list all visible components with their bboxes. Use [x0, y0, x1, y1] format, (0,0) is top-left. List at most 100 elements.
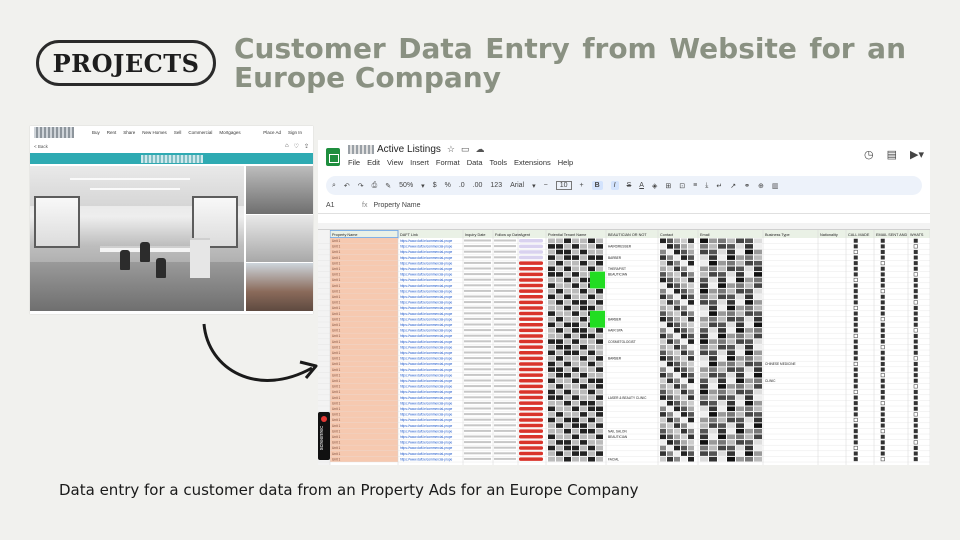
photo-thumb-2[interactable]	[246, 214, 313, 263]
tenant-pixel	[556, 344, 563, 350]
print-icon[interactable]: ⎙	[372, 182, 378, 190]
zoom-dropdown-icon[interactable]: ▾	[421, 182, 425, 190]
tenant-pixel	[556, 395, 563, 400]
search-menus-icon[interactable]: ⌕	[332, 182, 336, 190]
strikethrough-icon[interactable]: S	[627, 182, 632, 189]
link-icon[interactable]: ⚭	[744, 182, 750, 190]
bold-icon[interactable]: B	[591, 181, 603, 190]
decrease-decimal-icon[interactable]: .0	[459, 182, 465, 189]
increase-decimal-icon[interactable]: .00	[473, 182, 483, 189]
business-note: BEAUTICIAN	[608, 273, 628, 277]
rotate-icon[interactable]: ↗	[730, 182, 736, 190]
property-name: Unit 1	[332, 446, 341, 450]
photo-thumb-3[interactable]	[246, 263, 313, 312]
menu-insert[interactable]: Insert	[410, 158, 429, 167]
nav-commercial[interactable]: Commercial	[188, 130, 212, 135]
checkbox	[913, 244, 918, 249]
align-icon[interactable]: ≡	[693, 182, 697, 189]
tenant-pixel	[596, 372, 603, 378]
email-pixel	[754, 367, 762, 372]
comment-icon[interactable]: ⊕	[758, 182, 764, 190]
nav-share[interactable]: Share	[123, 130, 135, 135]
font-select[interactable]: Arial	[510, 182, 524, 189]
doc-title[interactable]: Active Listings	[377, 144, 441, 155]
nav-mortgages[interactable]: Mortgages	[219, 130, 240, 135]
italic-icon[interactable]: I	[610, 181, 619, 190]
menu-format[interactable]: Format	[436, 158, 460, 167]
formula-input[interactable]: Property Name	[373, 202, 420, 209]
contact-pixel	[667, 328, 673, 333]
history-icon[interactable]: ◷	[864, 148, 874, 161]
tenant-pixel	[596, 451, 603, 456]
wrap-icon[interactable]: ↵	[716, 182, 722, 190]
star-icon[interactable]: ☆	[447, 144, 455, 155]
name-box[interactable]: A1	[326, 202, 362, 209]
menu-edit[interactable]: Edit	[367, 158, 380, 167]
photo-thumb-1[interactable]	[246, 166, 313, 214]
contact-pixel	[681, 283, 687, 288]
nav-sell[interactable]: Sell	[174, 130, 182, 135]
redo-icon[interactable]: ↷	[358, 182, 364, 190]
email-pixel	[727, 277, 735, 283]
back-link[interactable]: < Back	[34, 144, 48, 149]
fill-color-icon[interactable]: ◈	[652, 182, 657, 190]
zoom-select[interactable]: 50%	[399, 182, 413, 189]
sheet-grid[interactable]: Property Name DAFT Link Inquiry Date Follow…	[318, 223, 930, 465]
comments-icon[interactable]: ▤	[887, 148, 897, 161]
daft-link: https://www.daft.ie/commercial-prope	[400, 429, 452, 433]
tenant-pixel	[548, 400, 555, 406]
email-pixel	[745, 344, 753, 350]
more-formats-icon[interactable]: 123	[490, 182, 502, 189]
contact-pixel	[681, 255, 687, 260]
nav-new-homes[interactable]: New Homes	[142, 130, 167, 135]
sign-in-link[interactable]: Sign In	[288, 130, 302, 135]
menu-help[interactable]: Help	[558, 158, 573, 167]
checkbox	[913, 423, 918, 428]
tenant-pixel	[596, 339, 603, 344]
borders-icon[interactable]: ⊞	[665, 182, 671, 190]
menu-extensions[interactable]: Extensions	[514, 158, 551, 167]
menu-tools[interactable]: Tools	[490, 158, 508, 167]
font-decrease-icon[interactable]: −	[544, 182, 548, 189]
text-color-icon[interactable]: A	[639, 182, 644, 189]
contact-pixel	[688, 294, 694, 300]
paint-format-icon[interactable]: ✎	[385, 182, 391, 190]
font-dropdown-icon[interactable]: ▾	[532, 182, 536, 190]
checkbox	[913, 429, 918, 434]
contact-pixel	[667, 406, 673, 412]
valign-icon[interactable]: ⤓	[705, 182, 708, 190]
meet-icon[interactable]: ▶▾	[910, 148, 924, 161]
property-name: Unit 1	[332, 312, 341, 316]
tenant-pixel	[588, 412, 595, 417]
share-icon[interactable]: ⇪	[304, 143, 309, 150]
merge-cells-icon[interactable]: ⊡	[679, 182, 685, 190]
save-icon[interactable]: ⌂	[285, 143, 289, 149]
email-pixel	[700, 372, 708, 378]
place-ad-link[interactable]: Place Ad	[263, 130, 281, 135]
email-pixel	[745, 356, 753, 361]
nav-rent[interactable]: Rent	[107, 130, 117, 135]
menu-data[interactable]: Data	[467, 158, 483, 167]
data-grid[interactable]: Property Name DAFT Link Inquiry Date Follow…	[318, 230, 930, 465]
menu-file[interactable]: File	[348, 158, 360, 167]
tenant-pixel	[596, 412, 603, 417]
font-size-input[interactable]: 10	[555, 181, 572, 190]
font-increase-icon[interactable]: +	[580, 182, 584, 189]
contact-pixel	[688, 384, 694, 389]
move-folder-icon[interactable]: ▭	[461, 144, 470, 155]
daft-link: https://www.daft.ie/commercial-prope	[400, 368, 452, 372]
inquiry-date	[464, 312, 491, 315]
office-photo-main[interactable]	[30, 166, 244, 311]
currency-icon[interactable]: $	[433, 182, 437, 189]
email-pixel	[736, 395, 744, 400]
chart-icon[interactable]: ▥	[772, 182, 779, 190]
record-dot-icon	[321, 416, 327, 422]
percent-icon[interactable]: %	[445, 182, 451, 189]
undo-icon[interactable]: ↶	[344, 182, 350, 190]
tenant-pixel	[548, 328, 555, 333]
favorite-icon[interactable]: ♡	[294, 143, 299, 150]
menu-view[interactable]: View	[387, 158, 403, 167]
checkbox	[880, 255, 885, 260]
contact-pixel	[688, 456, 694, 462]
nav-buy[interactable]: Buy	[92, 130, 100, 135]
